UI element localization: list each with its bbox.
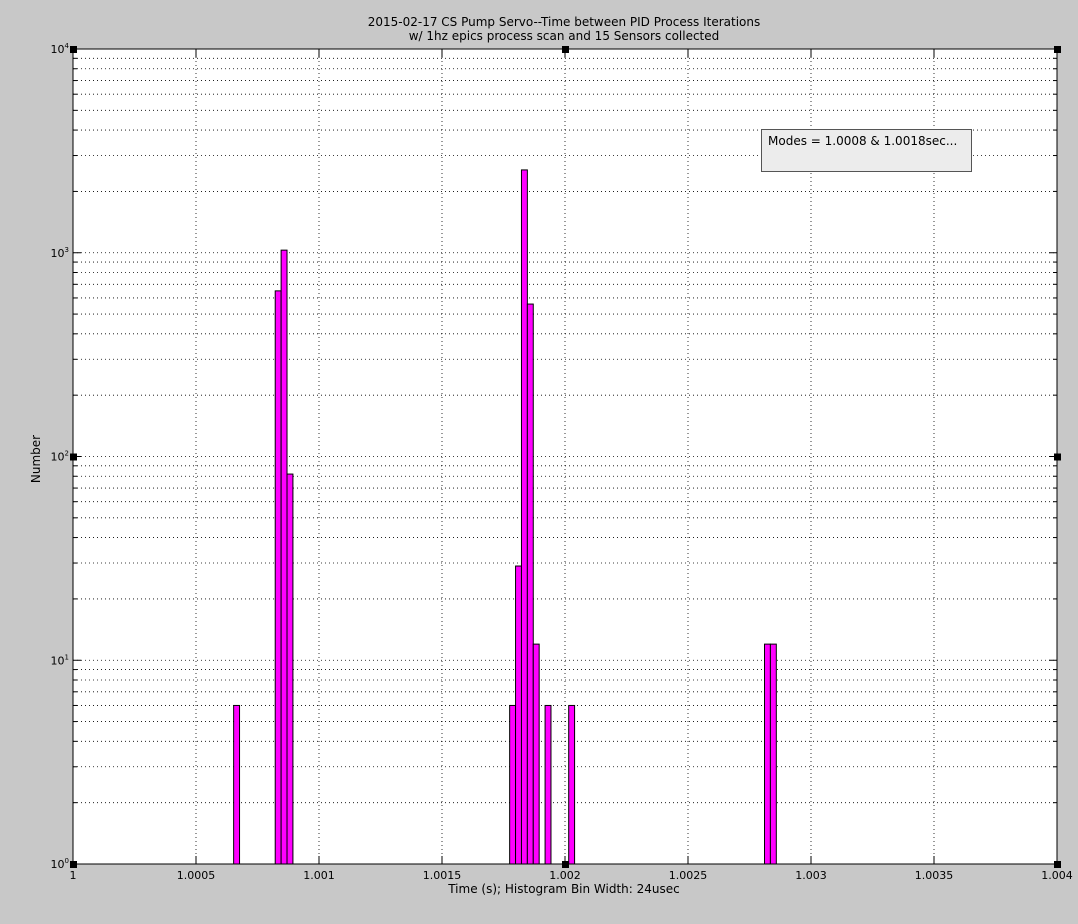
histogram-bar [520,169,528,865]
x-tick-label: 1.002 [549,869,581,882]
y-tick-label: 103 [51,246,69,260]
x-tick-label: 1.0015 [423,869,462,882]
histogram-bar [233,704,241,865]
chart-title: 2015-02-17 CS Pump Servo--Time between P… [367,15,761,29]
y-tick-label: 100 [51,857,69,871]
y-tick-label: 102 [51,450,69,464]
histogram-bar [764,643,771,865]
resize-handle[interactable] [1054,453,1061,461]
histogram-bar [515,565,522,865]
x-axis-label: Time (s); Histogram Bin Width: 24usec [448,882,680,896]
annotation-textbox[interactable]: Modes = 1.0008 & 1.0018sec... [761,129,972,172]
y-tick-label: 101 [51,653,69,667]
resize-handle[interactable] [1054,861,1061,868]
histogram-bar [544,704,552,865]
x-tick-label: 1.001 [303,869,335,882]
histogram-bar [532,643,540,865]
resize-handle[interactable] [70,46,77,53]
resize-handle[interactable] [70,453,77,461]
resize-handle[interactable] [1054,46,1061,53]
histogram-bar [274,290,282,865]
y-axis-label: Number [29,434,43,484]
y-tick-labels: 100 101 102 103 104 [51,42,70,871]
x-tick-label: 1.0005 [177,869,216,882]
histogram-bar [286,473,294,865]
y-tick-label: 104 [51,42,70,56]
histogram-bar [769,643,777,865]
x-tick-label: 1.0035 [915,869,954,882]
x-tick-label: 1.004 [1041,869,1073,882]
x-tick-label: 1 [70,869,77,882]
x-tick-label: 1.0025 [669,869,708,882]
resize-handle[interactable] [70,861,77,868]
resize-handle[interactable] [562,861,569,868]
histogram-bar [568,704,576,865]
histogram-bar [509,704,517,865]
histogram-bar [280,249,288,865]
chart-subtitle: w/ 1hz epics process scan and 15 Sensors… [408,29,720,43]
resize-handle[interactable] [562,46,569,53]
histogram-bar [526,303,534,865]
x-tick-label: 1.003 [795,869,827,882]
x-tick-labels: 1 1.0005 1.001 1.0015 1.002 1.0025 1.003 1.0035… [70,869,1073,882]
